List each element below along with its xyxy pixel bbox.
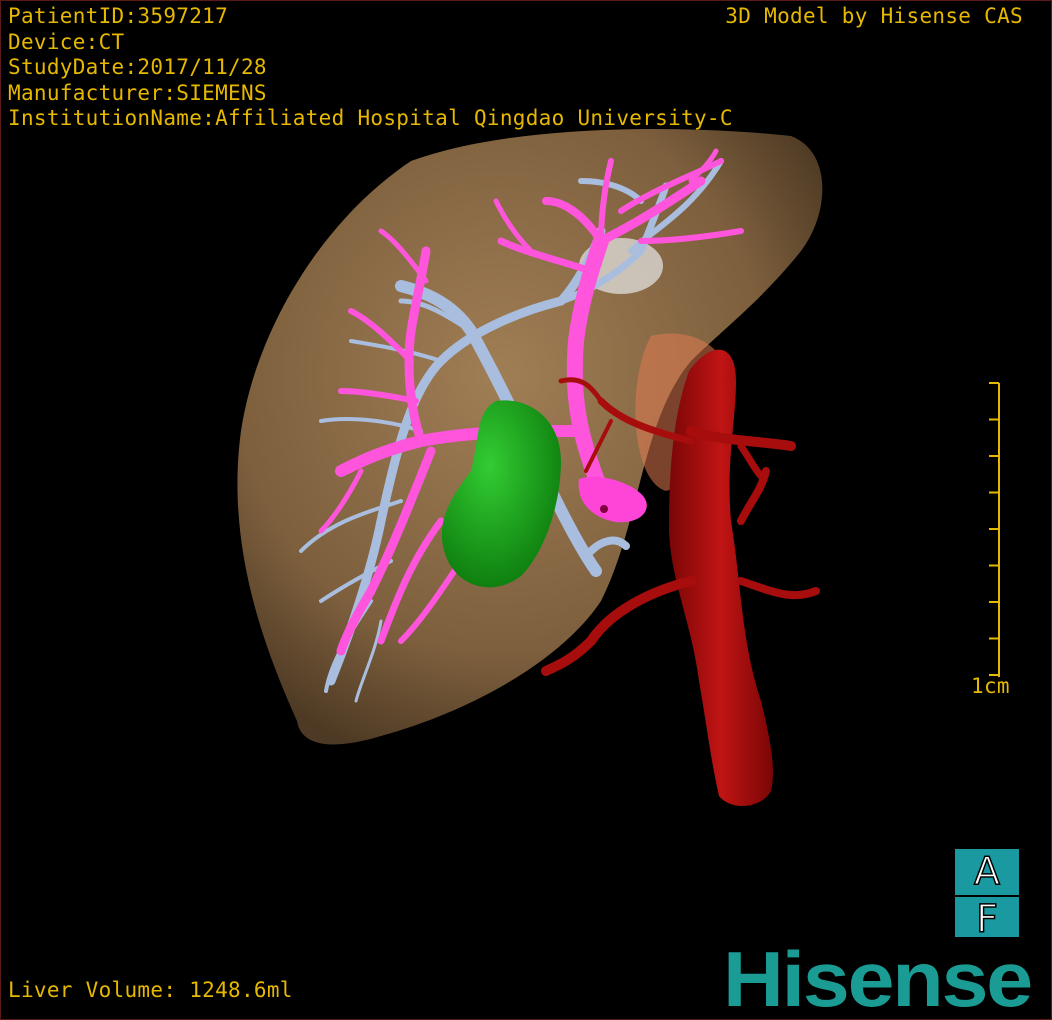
scale-label: 1cm [971, 674, 1010, 698]
liver-volume-readout: Liver Volume: 1248.6ml [8, 978, 293, 1002]
orientation-face-anterior[interactable]: A [955, 848, 1019, 894]
manufacturer: Manufacturer:SIEMENS [8, 80, 267, 105]
patient-info-overlay: PatientID:3597217 Device:CT StudyDate:2017… [8, 4, 733, 132]
model-credit: 3D Model by Hisense CAS [725, 4, 1023, 28]
device: Device:CT [8, 29, 125, 54]
3d-liver-model[interactable] [1, 1, 1052, 1020]
scale-bar [989, 382, 1000, 677]
orientation-cube[interactable]: A F [955, 848, 1019, 942]
3d-viewer-viewport[interactable]: PatientID:3597217 Device:CT StudyDate:2017… [0, 0, 1052, 1020]
brand-logo: Hisense [723, 935, 1033, 1020]
patient-id: PatientID:3597217 [8, 4, 229, 28]
portal-vein-trunk-opening [600, 505, 608, 513]
institution-name: InstitutionName:Affiliated Hospital Qing… [8, 106, 733, 130]
study-date: StudyDate:2017/11/28 [8, 55, 267, 79]
